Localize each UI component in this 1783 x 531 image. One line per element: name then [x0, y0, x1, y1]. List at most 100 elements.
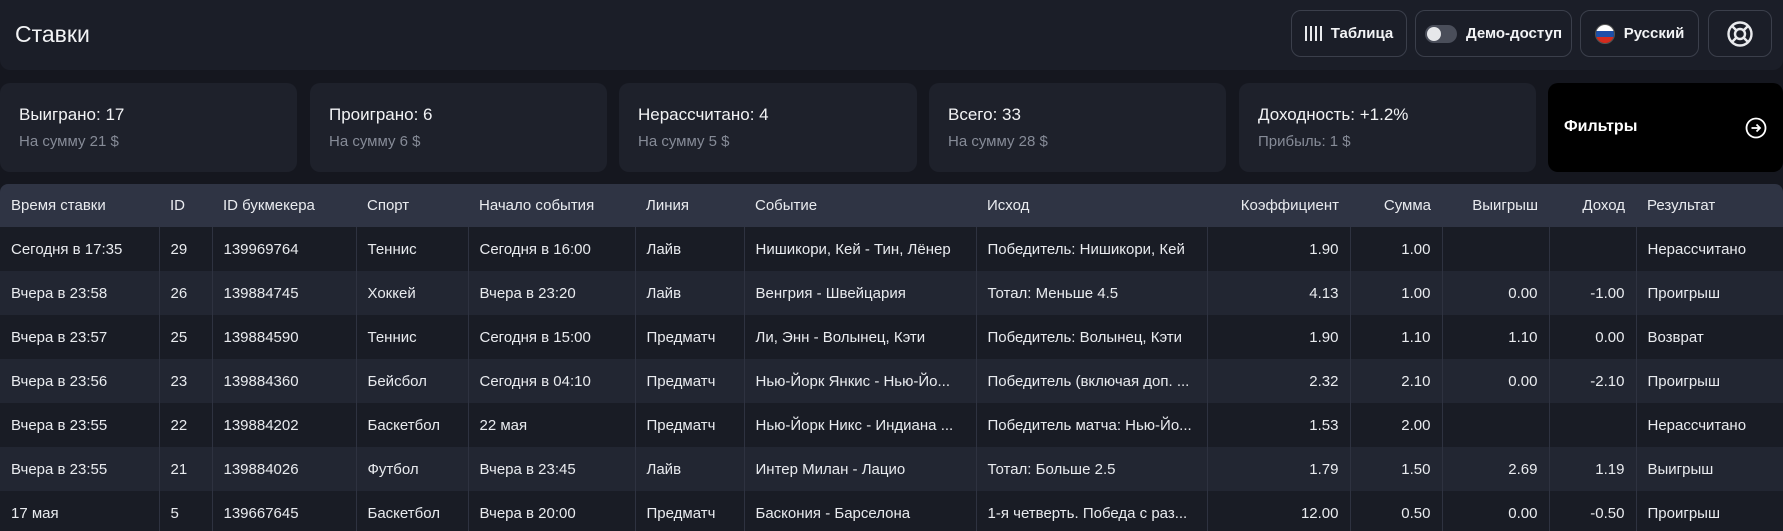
- cell-winnings: 0.00: [1442, 359, 1550, 403]
- cell-amount: 1.00: [1350, 271, 1443, 315]
- cell-event-start: 22 мая: [468, 403, 636, 447]
- cell-bet-time: Вчера в 23:56: [0, 359, 160, 403]
- cell-line: Лайв: [635, 271, 745, 315]
- cell-outcome: 1-я четверть. Победа с раз...: [976, 491, 1208, 531]
- stat-card-yield: Доходность: +1.2% Прибыль: 1 $: [1239, 83, 1536, 172]
- column-header-bet-time[interactable]: Время ставки: [0, 184, 159, 227]
- cell-line: Лайв: [635, 227, 745, 271]
- cell-event: Баскония - Барселона: [744, 491, 977, 531]
- cell-amount: 2.00: [1350, 403, 1443, 447]
- column-header-income[interactable]: Доход: [1549, 184, 1636, 227]
- stat-won-title: Выиграно: 17: [19, 105, 125, 124]
- cell-odds: 1.90: [1207, 315, 1351, 359]
- cell-event-start: Вчера в 20:00: [468, 491, 636, 531]
- cell-bookmaker-id: 139884745: [212, 271, 357, 315]
- cell-outcome: Победитель матча: Нью-Йо...: [976, 403, 1208, 447]
- table-body: Сегодня в 17:35 29 139969764 Теннис Сегодня …: [0, 227, 1783, 531]
- cell-bet-time: Вчера в 23:58: [0, 271, 160, 315]
- column-header-line[interactable]: Линия: [635, 184, 744, 227]
- cell-odds: 1.53: [1207, 403, 1351, 447]
- cell-bet-time: Вчера в 23:55: [0, 447, 160, 491]
- cell-result: Выигрыш: [1647, 460, 1714, 478]
- cell-bet-time: Вчера в 23:57: [0, 315, 160, 359]
- cell-amount: 1.00: [1350, 227, 1443, 271]
- arrow-right-circle-icon: [1745, 117, 1767, 139]
- stat-card-total: Всего: 33 На сумму 28 $: [929, 83, 1226, 172]
- stat-unsettled-sum: На сумму 5 $: [638, 133, 730, 150]
- cell-sport: Баскетбол: [356, 403, 469, 447]
- cell-event-start: Сегодня в 15:00: [468, 315, 636, 359]
- cell-odds: 4.13: [1207, 271, 1351, 315]
- column-header-event-start[interactable]: Начало события: [468, 184, 635, 227]
- stat-card-unsettled: Нерассчитано: 4 На сумму 5 $: [619, 83, 917, 172]
- cell-winnings: 0.00: [1442, 271, 1550, 315]
- cell-event: Интер Милан - Лацио: [744, 447, 977, 491]
- cell-winnings: 0.00: [1442, 491, 1550, 531]
- table-row[interactable]: 17 мая 5 139667645 Баскетбол Вчера в 20:00 Пр…: [0, 491, 1783, 531]
- table-row[interactable]: Сегодня в 17:35 29 139969764 Теннис Сегодня …: [0, 227, 1783, 271]
- table-view-label: Таблица: [1330, 25, 1394, 42]
- cell-outcome: Победитель: Волынец, Кэти: [976, 315, 1208, 359]
- cell-event: Нью-Йорк Никс - Индиана ...: [744, 403, 977, 447]
- language-selector[interactable]: Русский: [1580, 10, 1699, 57]
- column-header-result[interactable]: Результат: [1636, 184, 1783, 227]
- cell-odds: 1.79: [1207, 447, 1351, 491]
- cell-winnings: [1442, 403, 1550, 447]
- demo-access-label: Демо-доступ: [1465, 25, 1563, 42]
- column-header-winnings[interactable]: Выигрыш: [1442, 184, 1549, 227]
- stat-card-won: Выиграно: 17 На сумму 21 $: [0, 83, 297, 172]
- cell-odds: 12.00: [1207, 491, 1351, 531]
- toggle-switch-icon[interactable]: [1424, 24, 1457, 43]
- cell-event-start: Вчера в 23:45: [468, 447, 636, 491]
- cell-line: Предматч: [635, 403, 745, 447]
- cell-winnings: 2.69: [1442, 447, 1550, 491]
- cell-result: Проигрыш: [1647, 504, 1720, 522]
- cell-line: Предматч: [635, 359, 745, 403]
- cell-bookmaker-id: 139884026: [212, 447, 357, 491]
- column-header-event[interactable]: Событие: [744, 184, 976, 227]
- stat-total-sum: На сумму 28 $: [948, 133, 1048, 150]
- cell-sport: Футбол: [356, 447, 469, 491]
- cell-id: 25: [159, 315, 213, 359]
- cell-result: Возврат: [1647, 328, 1704, 346]
- table-row[interactable]: Вчера в 23:55 21 139884026 Футбол Вчера в 23…: [0, 447, 1783, 491]
- cell-outcome: Тотал: Больше 2.5: [976, 447, 1208, 491]
- table-columns-icon: [1304, 26, 1322, 41]
- column-header-bookmaker-id[interactable]: ID букмекера: [212, 184, 356, 227]
- cell-sport: Хоккей: [356, 271, 469, 315]
- column-header-sport[interactable]: Спорт: [356, 184, 468, 227]
- filters-button[interactable]: Фильтры: [1548, 83, 1783, 172]
- cell-winnings: [1442, 227, 1550, 271]
- cell-outcome: Победитель: Нишикори, Кей: [976, 227, 1208, 271]
- cell-event-start: Сегодня в 04:10: [468, 359, 636, 403]
- cell-line: Лайв: [635, 447, 745, 491]
- table-row[interactable]: Вчера в 23:58 26 139884745 Хоккей Вчера в 23…: [0, 271, 1783, 315]
- table-row[interactable]: Вчера в 23:56 23 139884360 Бейсбол Сегодня в…: [0, 359, 1783, 403]
- cell-event: Нью-Йорк Янкис - Нью-Йо...: [744, 359, 977, 403]
- top-bar: Ставки Таблица Демо-доступ Русский: [0, 0, 1783, 70]
- cell-bookmaker-id: 139884590: [212, 315, 357, 359]
- table-view-button[interactable]: Таблица: [1291, 10, 1407, 57]
- cell-income: -0.50: [1549, 491, 1637, 531]
- table-row[interactable]: Вчера в 23:57 25 139884590 Теннис Сегодня в …: [0, 315, 1783, 359]
- cell-result: Проигрыш: [1647, 372, 1720, 390]
- cell-sport: Теннис: [356, 315, 469, 359]
- stat-profit: Прибыль: 1 $: [1258, 133, 1351, 150]
- cell-event: Нишикори, Кей - Тин, Лёнер: [744, 227, 977, 271]
- cell-income: [1549, 403, 1637, 447]
- cell-amount: 1.50: [1350, 447, 1443, 491]
- cell-outcome: Тотал: Меньше 4.5: [976, 271, 1208, 315]
- column-header-amount[interactable]: Сумма: [1350, 184, 1442, 227]
- cell-income: -1.00: [1549, 271, 1637, 315]
- table-header-row: Время ставки ID ID букмекера Спорт Начал…: [0, 184, 1783, 227]
- stat-lost-title: Проиграно: 6: [329, 105, 433, 124]
- table-row[interactable]: Вчера в 23:55 22 139884202 Баскетбол 22 мая П…: [0, 403, 1783, 447]
- demo-access-toggle[interactable]: Демо-доступ: [1415, 10, 1572, 57]
- cell-income: -2.10: [1549, 359, 1637, 403]
- column-header-outcome[interactable]: Исход: [976, 184, 1207, 227]
- column-header-odds[interactable]: Коэффициент: [1207, 184, 1350, 227]
- help-button[interactable]: [1708, 10, 1772, 57]
- column-header-id[interactable]: ID: [159, 184, 212, 227]
- cell-amount: 2.10: [1350, 359, 1443, 403]
- cell-amount: 0.50: [1350, 491, 1443, 531]
